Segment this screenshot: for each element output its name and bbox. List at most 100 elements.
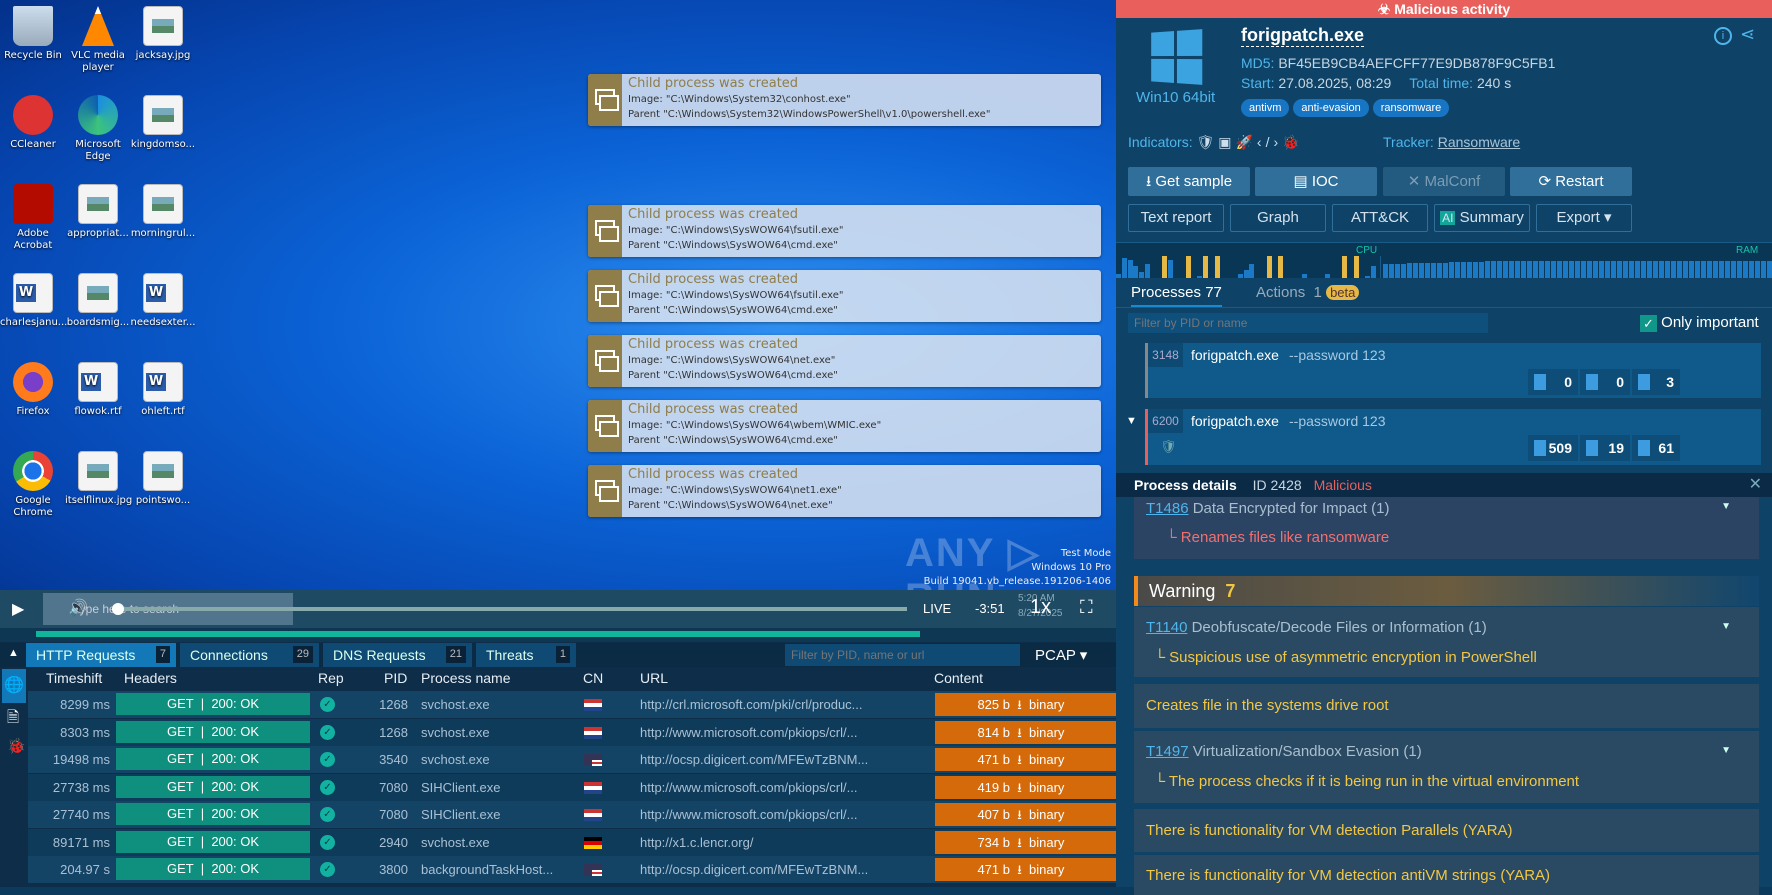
table-row[interactable]: 27738 ms GET | 200: OK ✓ 7080 SIHClient.… <box>28 773 1116 801</box>
process-row[interactable]: 3148 forigpatch.exe --password 123 0 0 3 <box>1145 343 1761 398</box>
indicator-icons[interactable]: 🛡▣🚀‹/›🐞 <box>1196 134 1303 150</box>
volume-icon[interactable]: 🔊 <box>68 598 88 618</box>
desktop-icon-label: Google Chrome <box>13 495 53 518</box>
close-icon[interactable]: ✕ <box>1749 473 1762 497</box>
export-button[interactable]: Export ▾ <box>1536 204 1632 232</box>
tab-dns-requests[interactable]: DNS Requests 21 <box>323 643 472 667</box>
ram-bar <box>1467 261 1472 278</box>
reputation-ok-icon: ✓ <box>320 807 335 822</box>
ioc-button[interactable]: ▤ IOC <box>1255 167 1377 196</box>
behavior-item[interactable]: T1140 Deobfuscate/Decode Files or Inform… <box>1134 607 1759 677</box>
tag[interactable]: antivm <box>1241 99 1290 117</box>
desktop-icon[interactable]: charlesjanu... <box>0 273 67 329</box>
globe-icon[interactable]: 🌐 <box>2 669 26 703</box>
behavior-item[interactable]: T1497 Virtualization/Sandbox Evasion (1)… <box>1134 731 1759 803</box>
table-row[interactable]: 89171 ms GET | 200: OK ✓ 2940 svchost.ex… <box>28 828 1116 856</box>
tab-threats[interactable]: Threats 1 <box>476 643 576 667</box>
desktop-icon[interactable]: CCleaner <box>0 95 66 151</box>
content-badge[interactable]: 471 b ⭳ binary <box>935 858 1116 881</box>
summary-button[interactable]: AI Summary <box>1434 204 1530 232</box>
notification-toast[interactable]: Child process was created Image: "C:\Wind… <box>588 205 1101 257</box>
desktop-icon[interactable]: appropriat... <box>65 184 131 240</box>
desktop-icon[interactable]: morningrul... <box>130 184 196 240</box>
desktop-icon[interactable]: pointswo... <box>130 451 196 507</box>
tab-actions[interactable]: Actions 1 beta <box>1256 284 1360 301</box>
col-cn: CN <box>583 670 604 686</box>
desktop-icon[interactable]: Microsoft Edge <box>65 95 131 163</box>
malconf-button[interactable]: ✕ MalConf <box>1383 167 1505 196</box>
desktop-icon[interactable]: VLC media player <box>65 6 131 74</box>
file-name[interactable]: forigpatch.exe <box>1241 25 1365 47</box>
play-button[interactable]: ▶ <box>12 599 24 619</box>
desktop-icon[interactable]: boardsmig... <box>65 273 131 329</box>
url: http://ocsp.digicert.com/MFEwTzBNM... <box>640 752 869 767</box>
seek-slider[interactable] <box>112 603 907 615</box>
tracker-link[interactable]: Ransomware <box>1438 134 1520 150</box>
info-icon[interactable]: i <box>1714 27 1732 45</box>
attck-button[interactable]: ATT&CK <box>1332 204 1428 232</box>
content-badge[interactable]: 407 b ⭳ binary <box>935 803 1116 826</box>
desktop-icon[interactable]: flowok.rtf <box>65 362 131 418</box>
content-badge[interactable]: 419 b ⭳ binary <box>935 775 1116 799</box>
notification-toast[interactable]: Child process was created Image: "C:\Wind… <box>588 465 1101 517</box>
process-filter-input[interactable] <box>1128 313 1488 333</box>
desktop-icon[interactable]: Firefox <box>0 362 66 418</box>
desktop-icon[interactable]: kingdomso... <box>130 95 196 151</box>
network-filter-input[interactable] <box>785 644 1020 666</box>
speed-button[interactable]: 1x <box>1030 596 1051 619</box>
table-row[interactable]: 8299 ms GET | 200: OK ✓ 1268 svchost.exe… <box>28 691 1116 718</box>
playback-progress[interactable] <box>0 628 1116 642</box>
pcap-dropdown[interactable]: PCAP ▾ <box>1035 646 1087 664</box>
tag[interactable]: anti-evasion <box>1293 99 1369 117</box>
bug-icon[interactable]: 🐞 <box>7 737 26 755</box>
ram-label: RAM <box>1736 245 1759 256</box>
tab-processes[interactable]: Processes 77 <box>1131 284 1222 307</box>
table-row[interactable]: 204.97 s GET | 200: OK ✓ 3800 background… <box>28 856 1116 883</box>
ram-bar <box>1395 263 1400 278</box>
behavior-item[interactable]: T1486 Data Encrypted for Impact (1) ▼ └ … <box>1134 497 1759 559</box>
fullscreen-icon[interactable]: ⛶ <box>1080 597 1093 618</box>
content-badge[interactable]: 734 b ⭳ binary <box>935 830 1116 854</box>
graph-button[interactable]: Graph <box>1230 204 1326 232</box>
table-row[interactable]: 19498 ms GET | 200: OK ✓ 3540 svchost.ex… <box>28 746 1116 773</box>
share-icon[interactable]: ⋖ <box>1740 24 1755 45</box>
behavior-item[interactable]: There is functionality for VM detection … <box>1134 855 1759 895</box>
notification-toast[interactable]: Child process was created Image: "C:\Wind… <box>588 270 1101 322</box>
tag[interactable]: ransomware <box>1372 99 1450 117</box>
restart-button[interactable]: ⟳ Restart <box>1510 167 1632 196</box>
content-badge[interactable]: 825 b ⭳ binary <box>935 693 1116 716</box>
expand-caret-icon[interactable]: ▼ <box>1126 415 1137 427</box>
desktop-icon[interactable]: needsexter... <box>130 273 196 329</box>
file-icon[interactable]: 🗎 <box>7 707 19 732</box>
notification-toast[interactable]: Child process was created Image: "C:\Wind… <box>588 400 1101 452</box>
desktop-icon[interactable]: Google Chrome <box>0 451 66 519</box>
notification-toast[interactable]: Child process was created Image: "C:\Wind… <box>588 335 1101 387</box>
content-badge[interactable]: 471 b ⭳ binary <box>935 748 1116 771</box>
cpu-bar <box>1145 264 1150 278</box>
cpu-bar <box>1353 256 1359 278</box>
content-badge[interactable]: 814 b ⭳ binary <box>935 720 1116 744</box>
get-sample-button[interactable]: ⭳ Get sample <box>1128 167 1250 196</box>
desktop-icon[interactable]: Adobe Acrobat <box>0 184 66 252</box>
text-report-button[interactable]: Text report <box>1128 204 1224 232</box>
behavior-item[interactable]: Creates file in the systems drive root <box>1134 684 1759 728</box>
tab-http-requests[interactable]: HTTP Requests 7 <box>26 643 176 667</box>
tab-connections[interactable]: Connections 29 <box>180 643 319 667</box>
notification-toast[interactable]: Child process was created Image: "C:\Wind… <box>588 74 1101 126</box>
desktop-icon[interactable]: jacksay.jpg <box>130 6 196 62</box>
table-row[interactable]: 8303 ms GET | 200: OK ✓ 1268 svchost.exe… <box>28 718 1116 746</box>
threads-count: 61 <box>1632 435 1680 461</box>
table-row[interactable]: 27740 ms GET | 200: OK ✓ 7080 SIHClient.… <box>28 801 1116 828</box>
indicators: Indicators: 🛡▣🚀‹/›🐞 <box>1128 134 1304 150</box>
desktop-icon[interactable]: itselflinux.jpg <box>65 451 132 507</box>
live-label[interactable]: LIVE <box>923 601 951 616</box>
desktop-icon[interactable]: ohleft.rtf <box>130 362 196 418</box>
desktop-icon[interactable]: Recycle Bin <box>0 6 66 62</box>
cpu-bar <box>1121 258 1127 278</box>
only-important-checkbox[interactable]: ✓ Only important <box>1640 314 1759 332</box>
process-pid: 3148 <box>1148 343 1183 367</box>
behavior-item[interactable]: There is functionality for VM detection … <box>1134 809 1759 852</box>
col-headers: Headers <box>124 670 177 686</box>
process-row[interactable]: 6200 forigpatch.exe --password 123 🛡 509… <box>1145 409 1761 465</box>
collapse-icon[interactable]: ▲ <box>8 647 19 659</box>
